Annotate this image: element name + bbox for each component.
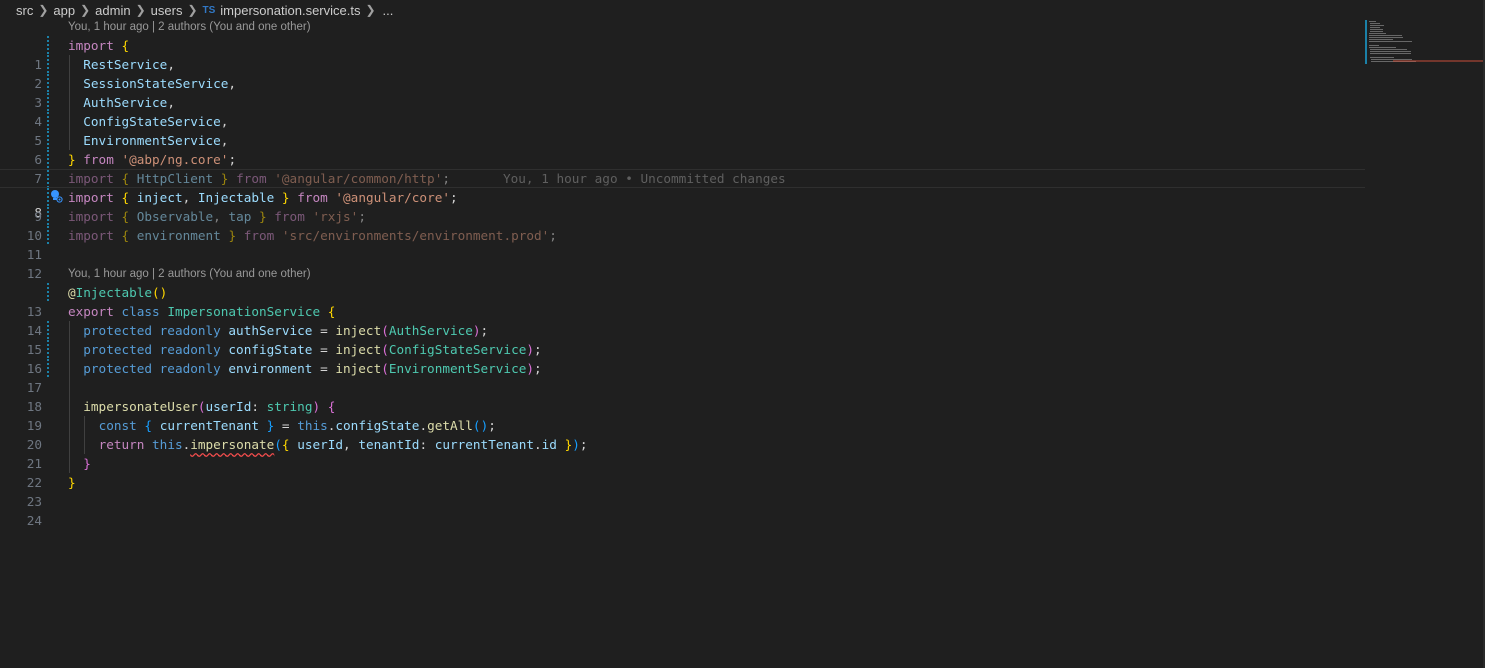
breadcrumb-item-src[interactable]: src: [16, 3, 33, 18]
modified-line-indicator[interactable]: [47, 74, 49, 93]
modified-line-indicator[interactable]: [47, 207, 49, 226]
breadcrumb-symbol-ellipsis[interactable]: ...: [383, 3, 394, 18]
codelens-row: You, 1 hour ago | 2 authors (You and one…: [0, 264, 1365, 283]
code-text: @Injectable(): [68, 285, 168, 300]
code-line[interactable]: 14 export class ImpersonationService {: [0, 302, 1365, 338]
modified-line-indicator[interactable]: [47, 112, 49, 131]
modified-line-indicator[interactable]: [47, 283, 49, 302]
code-text: import { HttpClient } from '@angular/com…: [68, 171, 450, 186]
modified-line-indicator[interactable]: [47, 226, 49, 245]
code-line[interactable]: 13 @Injectable(): [0, 283, 1365, 319]
code-line[interactable]: 6 EnvironmentService,: [0, 131, 1365, 167]
minimap-change-bar: [1365, 20, 1367, 64]
typescript-file-icon: TS: [202, 4, 216, 16]
code-text: impersonateUser(userId: string) {: [83, 399, 336, 414]
line-number[interactable]: 24: [0, 511, 42, 530]
chevron-right-icon: ❯: [187, 3, 198, 17]
code-text: import { inject, Injectable } from '@ang…: [68, 190, 458, 205]
code-line[interactable]: 11 import { environment } from 'src/envi…: [0, 226, 1365, 262]
lightbulb-autofix-icon[interactable]: [3, 172, 63, 203]
code-text: ConfigStateService,: [83, 114, 229, 129]
code-line[interactable]: 15 protected readonly authService = inje…: [0, 321, 1365, 357]
codelens-blame[interactable]: You, 1 hour ago | 2 authors (You and one…: [68, 265, 311, 284]
code-text: protected readonly authService = inject(…: [83, 323, 489, 338]
code-line[interactable]: 1 import {: [0, 36, 1365, 72]
code-line-current[interactable]: 8 import { HttpClient } from '@angular/c…: [0, 169, 1365, 220]
inline-blame-annotation: You, 1 hour ago • Uncommitted changes: [503, 171, 786, 186]
modified-line-indicator[interactable]: [47, 36, 49, 55]
breadcrumb-item-users[interactable]: users: [151, 3, 183, 18]
code-text: protected readonly configState = inject(…: [83, 342, 542, 357]
breadcrumb-item-app[interactable]: app: [53, 3, 75, 18]
code-text: AuthService,: [83, 95, 175, 110]
code-line[interactable]: 17 protected readonly environment = inje…: [0, 359, 1365, 395]
code-line[interactable]: 9 import { inject, Injectable } from '@a…: [0, 188, 1365, 224]
code-line[interactable]: 16 protected readonly configState = inje…: [0, 340, 1365, 376]
breadcrumb-item-file[interactable]: impersonation.service.ts: [220, 3, 360, 18]
modified-line-indicator[interactable]: [47, 131, 49, 150]
modified-line-indicator[interactable]: [47, 93, 49, 112]
code-editor[interactable]: You, 1 hour ago | 2 authors (You and one…: [0, 17, 1365, 528]
code-text: RestService,: [83, 57, 175, 72]
indent-guide: [69, 378, 70, 397]
code-text: }: [68, 475, 76, 490]
code-text: import { Observable, tap } from 'rxjs';: [68, 209, 366, 224]
minimap-error-marker: [1393, 60, 1483, 62]
modified-line-indicator[interactable]: [47, 170, 49, 187]
code-line[interactable]: 10 import { Observable, tap } from 'rxjs…: [0, 207, 1365, 243]
modified-line-indicator[interactable]: [47, 359, 49, 378]
code-text: } from '@abp/ng.core';: [68, 152, 237, 167]
modified-line-indicator[interactable]: [47, 55, 49, 74]
code-line[interactable]: 21 return this.impersonate({ userId, ten…: [0, 435, 1365, 471]
code-line[interactable]: 7 } from '@abp/ng.core';: [0, 150, 1365, 186]
modified-line-indicator[interactable]: [47, 188, 49, 207]
code-line[interactable]: 19 impersonateUser(userId: string) {: [0, 397, 1365, 433]
chevron-right-icon: ❯: [365, 3, 376, 17]
minimap[interactable]: [1365, 20, 1483, 66]
chevron-right-icon: ❯: [38, 3, 49, 17]
code-line[interactable]: 12: [0, 245, 1365, 281]
minimap-lines: [1369, 21, 1416, 62]
code-line[interactable]: 5 ConfigStateService,: [0, 112, 1365, 148]
code-text: EnvironmentService,: [83, 133, 229, 148]
code-text: SessionStateService,: [83, 76, 237, 91]
code-line[interactable]: 2 RestService,: [0, 55, 1365, 91]
code-line[interactable]: 20 const { currentTenant } = this.config…: [0, 416, 1365, 452]
code-text: export class ImpersonationService {: [68, 304, 336, 319]
codelens-row: You, 1 hour ago | 2 authors (You and one…: [0, 17, 1365, 36]
code-text: return this.impersonate({ userId, tenant…: [98, 437, 588, 452]
code-text: protected readonly environment = inject(…: [83, 361, 542, 376]
chevron-right-icon: ❯: [135, 3, 146, 17]
code-line[interactable]: 24: [0, 492, 1365, 528]
code-line[interactable]: 4 AuthService,: [0, 93, 1365, 129]
modified-line-indicator[interactable]: [47, 340, 49, 359]
code-text: const { currentTenant } = this.configSta…: [98, 418, 496, 433]
code-text: }: [83, 456, 91, 471]
code-text: import { environment } from 'src/environ…: [68, 228, 557, 243]
codelens-blame[interactable]: You, 1 hour ago | 2 authors (You and one…: [68, 18, 311, 37]
error-squiggle: impersonate: [190, 437, 275, 452]
code-line[interactable]: 3 SessionStateService,: [0, 74, 1365, 110]
chevron-right-icon: ❯: [80, 3, 91, 17]
modified-line-indicator[interactable]: [47, 321, 49, 340]
breadcrumb-item-admin[interactable]: admin: [95, 3, 130, 18]
modified-line-indicator[interactable]: [47, 150, 49, 169]
code-line[interactable]: 22 }: [0, 454, 1365, 490]
code-line[interactable]: 23 }: [0, 473, 1365, 509]
code-text: import {: [68, 38, 130, 53]
code-line[interactable]: 18: [0, 378, 1365, 414]
